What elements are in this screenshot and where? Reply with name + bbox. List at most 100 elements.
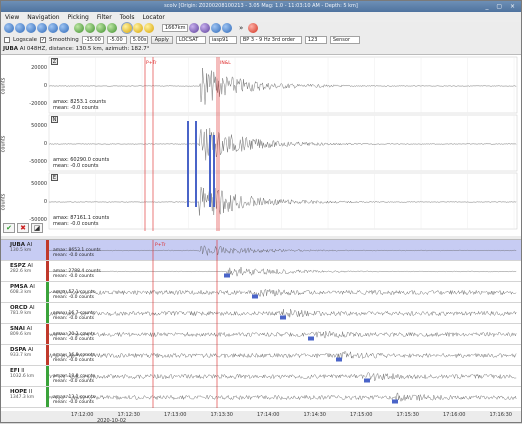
pick-marker[interactable]	[209, 135, 211, 207]
station-distance: 781.9 km	[10, 311, 32, 316]
max-select[interactable]: 123	[304, 35, 327, 44]
sort-residual-icon[interactable]	[107, 23, 117, 33]
component-label: N	[51, 116, 58, 123]
smoothing-checkbox[interactable]	[40, 36, 46, 43]
distance-input[interactable]: 1667km	[162, 24, 188, 32]
pick-other-icon[interactable]	[144, 23, 154, 33]
trace-stats: amax: 8253.1 counts mean: -0.0 counts	[53, 99, 106, 111]
options-bar: Logscale Smoothing -15.00 -5.00 5.00s Ap…	[1, 34, 521, 45]
station-info: HOPE II 1347.3 km	[1, 387, 46, 407]
pick-label: IN&L	[220, 60, 231, 66]
zoom-out-icon[interactable]	[15, 23, 25, 33]
component-n-icon[interactable]	[200, 23, 210, 33]
next-trace-icon[interactable]	[59, 23, 69, 33]
y-tick-label: -20000	[29, 101, 47, 107]
component-all-icon[interactable]	[222, 23, 232, 33]
y-tick-label: 0	[43, 199, 47, 205]
station-info: PMSA AI 608.3 km	[1, 282, 46, 302]
y-tick-label: -50000	[29, 159, 47, 165]
align-s-icon[interactable]	[85, 23, 95, 33]
station-waveform	[48, 330, 517, 339]
tag-icon[interactable]: ◪	[31, 223, 43, 233]
profile-select[interactable]: iasp91	[208, 35, 237, 44]
time-tick-label: 17:14:30	[303, 412, 326, 418]
station-distance: 608.3 km	[10, 290, 32, 295]
station-distance: 809.6 km	[10, 332, 32, 337]
station-waveform	[48, 245, 517, 256]
pick-p-icon[interactable]	[121, 22, 133, 34]
component-z-icon[interactable]	[189, 23, 199, 33]
component-e-icon[interactable]	[211, 23, 221, 33]
mean-text: mean: -0.0 counts	[53, 105, 99, 111]
menu-view[interactable]: View	[5, 14, 19, 21]
time-tick-label: 17:16:00	[443, 412, 466, 418]
sensor-select[interactable]: Sensor	[329, 35, 360, 44]
station-waveform	[48, 288, 517, 298]
title-bar: scolv [Origin: Z0200208100213 - 3.05 Mag…	[1, 1, 521, 12]
pick-marker[interactable]	[213, 135, 215, 207]
menu-tools[interactable]: Tools	[120, 14, 135, 21]
menu-picking[interactable]: Picking	[68, 14, 89, 21]
prev-trace-icon[interactable]	[48, 23, 58, 33]
y-tick-label: 0	[43, 83, 47, 89]
time-tick-label: 17:16:30	[489, 412, 512, 418]
window-title: scolv [Origin: Z0200208100213 - 3.05 Mag…	[164, 3, 358, 9]
pick-marker[interactable]	[224, 273, 230, 278]
time-tick-label: 17:15:00	[350, 412, 373, 418]
scale-down-icon[interactable]	[37, 23, 47, 33]
pick-marker[interactable]	[252, 294, 258, 299]
component-waveform	[49, 67, 517, 105]
main-window: scolv [Origin: Z0200208100213 - 3.05 Mag…	[0, 0, 522, 424]
pick-marker[interactable]	[280, 315, 286, 320]
y-axis-label: counts	[0, 193, 7, 211]
window-controls[interactable]: _ ▢ ×	[485, 1, 518, 12]
component-view[interactable]: counts 20000 0 -20000 counts 50000 0 -50000 coun…	[0, 54, 521, 258]
logscale-checkbox[interactable]	[4, 36, 10, 43]
station-info: ESPZ AI 282.6 km	[1, 261, 46, 281]
post-time-input[interactable]: -5.00	[106, 35, 127, 44]
menu-filter[interactable]: Filter	[97, 14, 112, 21]
pick-s-icon[interactable]	[133, 23, 143, 33]
station-waveform	[48, 266, 517, 277]
width-input[interactable]: 5.00s	[129, 35, 148, 44]
y-tick-label: 20000	[31, 65, 47, 71]
mean-text: mean: -0.0 counts	[53, 163, 99, 169]
scale-up-icon[interactable]	[26, 23, 36, 33]
time-tick-label: 17:14:00	[257, 412, 280, 418]
component-panel	[48, 114, 518, 172]
menu-locator[interactable]: Locator	[142, 14, 164, 21]
station-details: AI 048HZ, distance: 130.5 km, azimuth: 1…	[19, 46, 150, 52]
pick-marker[interactable]	[308, 336, 314, 341]
accept-icon[interactable]: ✔	[3, 223, 15, 233]
pick-marker[interactable]	[195, 121, 197, 207]
apply-button[interactable]: Apply	[150, 35, 173, 44]
station-waveform	[48, 350, 517, 361]
component-panel	[48, 56, 518, 114]
station-distance: 130.5 km	[10, 248, 32, 253]
lower-time-axis: 17:12:00 17:12:30 17:13:00 17:13:30 17:14:00…	[1, 412, 521, 424]
align-p-icon[interactable]	[74, 23, 84, 33]
pick-marker[interactable]	[364, 378, 370, 383]
filter-select[interactable]: BP 3 - 9 Hz 3rd order	[239, 35, 302, 44]
y-tick-label: 50000	[31, 123, 47, 129]
pre-time-input[interactable]: -15.00	[81, 35, 104, 44]
stop-icon[interactable]	[248, 23, 259, 33]
pick-marker[interactable]	[392, 399, 398, 404]
sort-distance-icon[interactable]	[96, 23, 106, 33]
locator-select[interactable]: LOCSAT	[175, 35, 206, 44]
station-distance: 933.7 km	[10, 353, 32, 358]
pick-marker[interactable]	[336, 357, 342, 362]
time-tick-label: 17:12:00	[71, 412, 94, 418]
date-label: 2020-10-02	[97, 418, 127, 424]
reject-icon[interactable]: ✖	[17, 223, 29, 233]
station-traces-view[interactable]: JUBA AI 130.5 km amax: 8653.1 counts mean: …	[1, 239, 521, 411]
more-tools-button[interactable]: »	[239, 24, 243, 32]
pick-marker[interactable]	[187, 121, 189, 207]
component-traces[interactable]: P+Tr IN&L	[48, 55, 519, 237]
time-tick-label: 17:15:30	[396, 412, 419, 418]
station-waveforms[interactable]: P+Tr	[48, 240, 519, 408]
logscale-label: Logscale	[13, 36, 37, 43]
zoom-in-icon[interactable]	[4, 23, 14, 33]
y-axis-label: counts	[0, 77, 7, 95]
menu-navigation[interactable]: Navigation	[27, 14, 59, 21]
